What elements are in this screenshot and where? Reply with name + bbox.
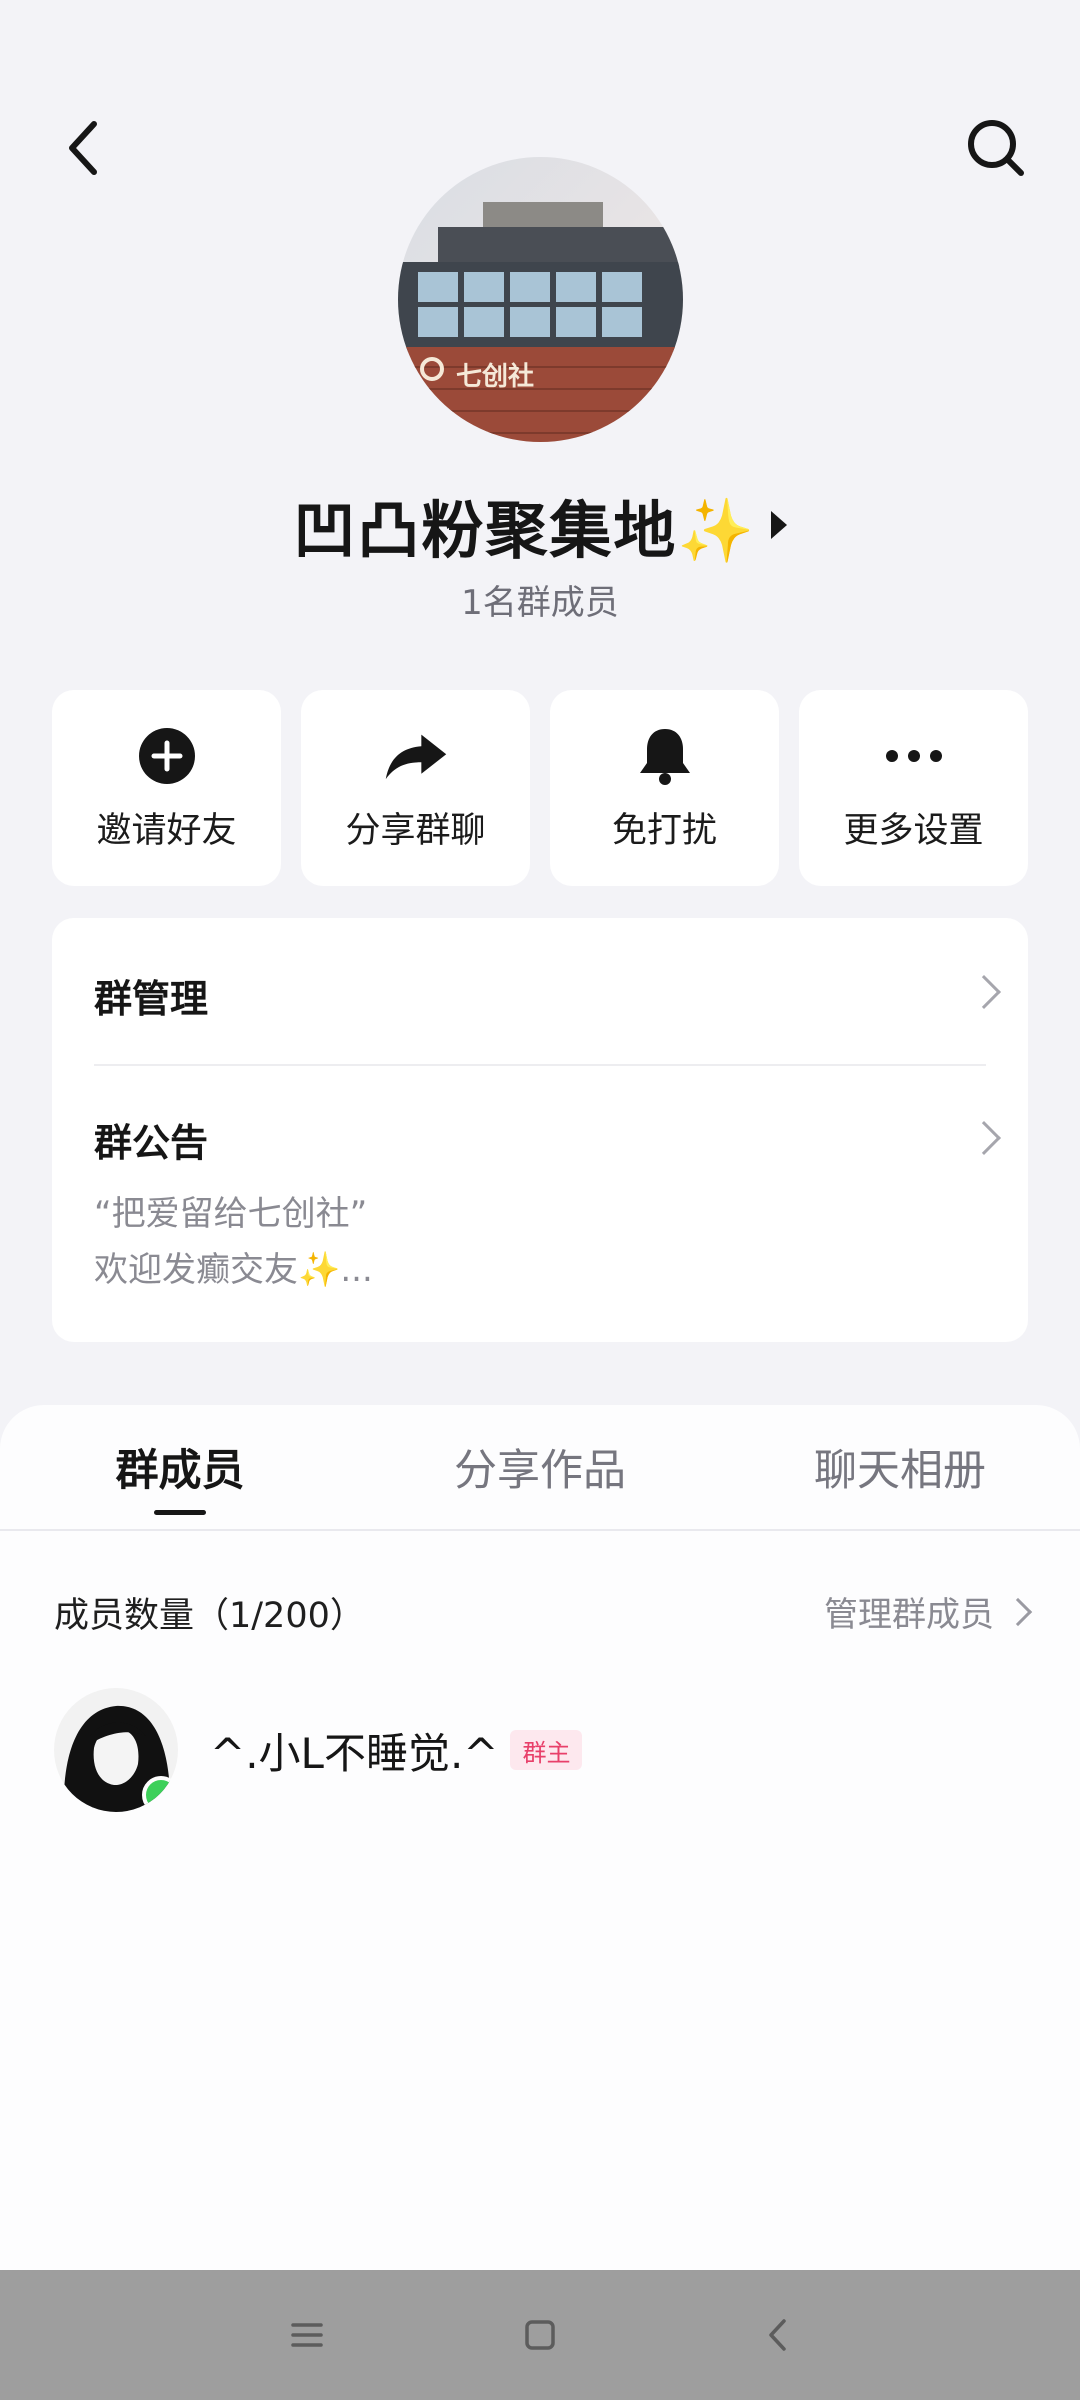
tab-shared-works[interactable]: 分享作品 [360, 1405, 720, 1529]
bell-icon [639, 728, 690, 785]
manage-members-link[interactable]: 管理群成员 [824, 1587, 1033, 1636]
group-name: 凹凸粉聚集地✨ [293, 494, 757, 567]
chevron-left-icon [769, 2319, 786, 2351]
chevron-right-icon [967, 1121, 1001, 1155]
do-not-disturb-button[interactable]: 免打扰 [550, 690, 779, 886]
do-not-disturb-label: 免打扰 [611, 810, 717, 851]
share-group-label: 分享群聊 [345, 810, 486, 851]
tab-members-label: 群成员 [115, 1446, 245, 1496]
manage-members-label: 管理群成员 [824, 1595, 994, 1635]
more-settings-label: 更多设置 [843, 810, 984, 851]
member-count: 1名群成员 [461, 583, 619, 623]
share-arrow-icon [385, 734, 446, 779]
caret-right-icon [770, 511, 787, 539]
tab-chat-album-label: 聊天相册 [814, 1446, 986, 1496]
divider [0, 1529, 1080, 1531]
recent-apps-button[interactable] [267, 2300, 347, 2370]
announcement-line-1: “把爱留给七创社” [94, 1194, 368, 1234]
announcement-line-2: 欢迎发癫交友✨... [94, 1250, 373, 1290]
more-settings-button[interactable]: 更多设置 [799, 690, 1028, 886]
invite-friends-button[interactable]: 邀请好友 [52, 690, 281, 886]
home-button[interactable] [500, 2300, 580, 2370]
search-button[interactable] [956, 112, 1036, 184]
back-button[interactable] [52, 112, 116, 184]
tab-bar: 群成员 分享作品 聊天相册 [0, 1405, 1080, 1529]
chevron-left-icon [69, 121, 97, 175]
invite-friends-label: 邀请好友 [96, 810, 237, 851]
menu-lines-icon [291, 2323, 323, 2347]
square-icon [525, 2320, 555, 2350]
avatar[interactable] [54, 1688, 178, 1812]
search-icon [968, 120, 1024, 176]
group-title-row[interactable]: 凹凸粉聚集地✨ [0, 480, 1080, 570]
list-item[interactable]: ^.小L不睡觉.^ 群主 [54, 1685, 583, 1815]
system-back-button[interactable] [738, 2300, 818, 2370]
announcement-row[interactable]: 群公告 “把爱留给七创社” 欢迎发癫交友✨... [52, 1066, 1028, 1342]
group-manage-row[interactable]: 群管理 [52, 918, 1028, 1064]
system-nav-bar [0, 2270, 1080, 2400]
announcement-label: 群公告 [94, 1121, 209, 1165]
share-group-button[interactable]: 分享群聊 [301, 690, 530, 886]
chevron-right-icon [1003, 1597, 1033, 1626]
online-status-dot [142, 1776, 178, 1812]
avatar-sign-text: 七创社 [456, 361, 534, 392]
tab-shared-works-label: 分享作品 [454, 1446, 626, 1496]
members-sheet: 群成员 分享作品 聊天相册 成员数量（1/200） 管理群成员 ^.小L不睡觉.… [0, 1405, 1080, 2270]
members-count-label: 成员数量（1/200） [54, 1596, 365, 1636]
plus-circle-icon [138, 727, 195, 784]
more-dots-icon [885, 749, 942, 762]
action-cards: 邀请好友 分享群聊 免打扰 更多设置 [52, 690, 1028, 886]
owner-badge: 群主 [510, 1730, 583, 1770]
tab-chat-album[interactable]: 聊天相册 [720, 1405, 1080, 1529]
member-name: ^.小L不睡觉.^ [210, 1728, 499, 1778]
group-avatar[interactable]: 七创社 [398, 157, 683, 442]
tab-underline [154, 1510, 206, 1515]
tab-members[interactable]: 群成员 [0, 1405, 360, 1529]
management-card: 群管理 群公告 “把爱留给七创社” 欢迎发癫交友✨... [52, 918, 1028, 1342]
chevron-right-icon [967, 975, 1001, 1009]
group-manage-label: 群管理 [94, 977, 209, 1021]
